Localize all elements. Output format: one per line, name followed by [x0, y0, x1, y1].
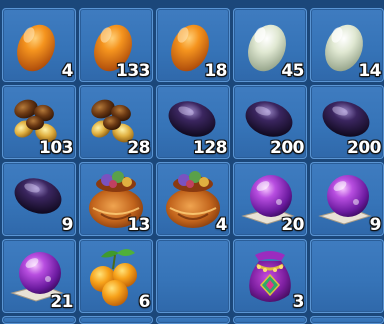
inventory-slot-dark-purple-egg[interactable]: 200	[233, 85, 307, 159]
inventory-slot-brown-beans[interactable]: 28	[79, 85, 153, 159]
inventory-slot-partial[interactable]	[310, 316, 384, 324]
inventory-slot-empty[interactable]	[310, 239, 384, 313]
inventory-grid: 4 133 18 45 14 103 28 128 200 200 9 13 4…	[0, 0, 384, 324]
item-quantity: 28	[127, 138, 150, 158]
item-quantity: 128	[193, 138, 228, 158]
item-quantity: 9	[369, 215, 382, 235]
inventory-slot-partial[interactable]	[156, 316, 230, 324]
inventory-slot-empty[interactable]	[156, 239, 230, 313]
inventory-slot-dark-purple-egg[interactable]: 128	[156, 85, 230, 159]
inventory-slot-purple-orb-on-scroll[interactable]: 9	[310, 162, 384, 236]
inventory-slot-purple-pouch[interactable]: 3	[233, 239, 307, 313]
inventory-slot-orange-egg[interactable]: 133	[79, 8, 153, 82]
item-quantity: 20	[281, 215, 304, 235]
item-quantity: 6	[138, 292, 151, 312]
item-quantity: 103	[39, 138, 74, 158]
inventory-slot-partial[interactable]	[2, 316, 76, 324]
item-quantity: 200	[347, 138, 382, 158]
inventory-slot-orange-egg[interactable]: 4	[2, 8, 76, 82]
inventory-slot-dark-purple-egg[interactable]: 200	[310, 85, 384, 159]
inventory-slot-pale-green-egg[interactable]: 14	[310, 8, 384, 82]
inventory-slot-partial[interactable]	[233, 316, 307, 324]
item-quantity: 14	[358, 61, 381, 81]
item-quantity: 4	[215, 215, 228, 235]
inventory-slot-orange-egg[interactable]: 18	[156, 8, 230, 82]
item-quantity: 18	[204, 61, 227, 81]
inventory-slot-purple-orb-on-scroll[interactable]: 21	[2, 239, 76, 313]
item-quantity: 200	[270, 138, 305, 158]
inventory-slot-purple-orb-on-scroll[interactable]: 20	[233, 162, 307, 236]
item-quantity: 21	[50, 292, 73, 312]
inventory-slot-orange-fruits[interactable]: 6	[79, 239, 153, 313]
inventory-slot-treasure-sack[interactable]: 13	[79, 162, 153, 236]
item-quantity: 13	[127, 215, 150, 235]
item-quantity: 9	[61, 215, 74, 235]
inventory-slot-dark-purple-egg[interactable]: 9	[2, 162, 76, 236]
item-quantity: 3	[292, 292, 305, 312]
inventory-slot-treasure-sack[interactable]: 4	[156, 162, 230, 236]
inventory-slot-brown-beans[interactable]: 103	[2, 85, 76, 159]
inventory-slot-partial[interactable]	[79, 316, 153, 324]
item-quantity: 45	[281, 61, 304, 81]
item-quantity: 4	[61, 61, 74, 81]
inventory-slot-pale-green-egg[interactable]: 45	[233, 8, 307, 82]
item-quantity: 133	[116, 61, 151, 81]
